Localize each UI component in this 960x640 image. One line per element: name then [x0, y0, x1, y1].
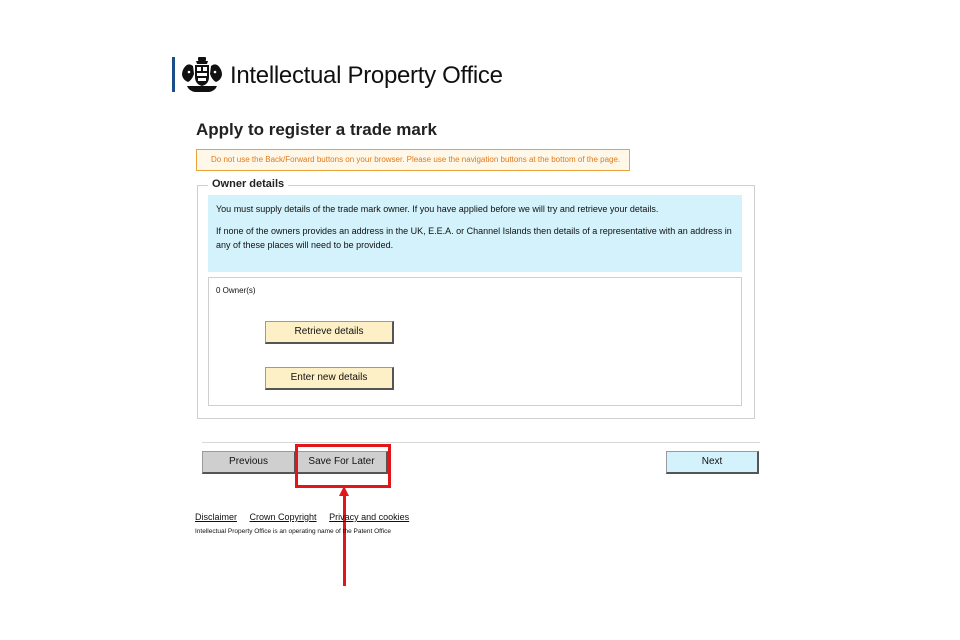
warning-banner: Do not use the Back/Forward buttons on y…: [196, 149, 630, 171]
info-paragraph-1: You must supply details of the trade mar…: [216, 204, 659, 214]
footer-note: Intellectual Property Office is an opera…: [195, 528, 391, 535]
footer-link-crown-copyright[interactable]: Crown Copyright: [250, 512, 317, 522]
owner-count: 0 Owner(s): [216, 286, 256, 295]
brand-name: Intellectual Property Office: [230, 62, 503, 89]
next-button[interactable]: Next: [666, 451, 759, 474]
page-title: Apply to register a trade mark: [196, 120, 437, 139]
royal-coat-of-arms-icon: [182, 57, 222, 92]
info-paragraph-2: If none of the owners provides an addres…: [216, 226, 732, 250]
footer-links: Disclaimer Crown Copyright Privacy and c…: [195, 512, 419, 522]
enter-new-details-button[interactable]: Enter new details: [265, 367, 394, 390]
annotation-arrow-shaft: [343, 494, 346, 586]
page: Intellectual Property Office Apply to re…: [0, 0, 960, 640]
owner-details-legend: Owner details: [208, 178, 289, 190]
nav-divider: [202, 442, 760, 443]
footer-link-privacy[interactable]: Privacy and cookies: [329, 512, 409, 522]
save-for-later-button[interactable]: Save For Later: [296, 451, 388, 474]
owner-info-panel: You must supply details of the trade mar…: [208, 195, 742, 272]
retrieve-details-button[interactable]: Retrieve details: [265, 321, 394, 344]
footer-link-disclaimer[interactable]: Disclaimer: [195, 512, 237, 522]
previous-button[interactable]: Previous: [202, 451, 296, 474]
logo-accent-bar: [172, 57, 175, 92]
